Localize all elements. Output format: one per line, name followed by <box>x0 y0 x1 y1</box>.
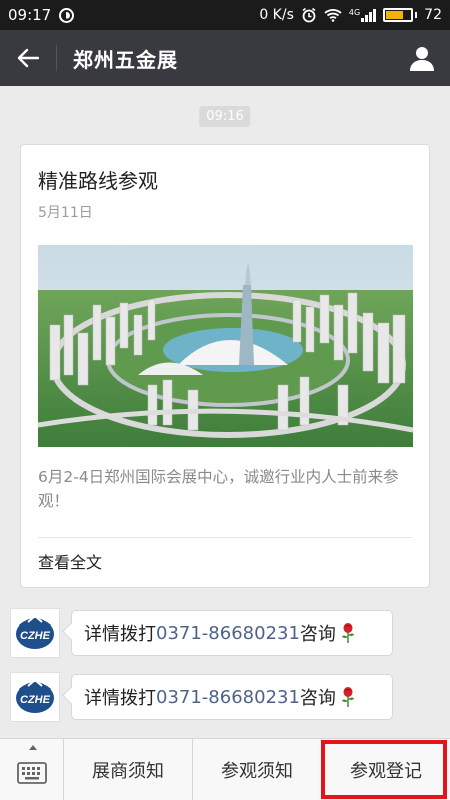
chat-title: 郑州五金展 <box>73 47 178 72</box>
profile-button[interactable] <box>394 30 450 86</box>
article-description: 6月2-4日郑州国际会展中心，诚邀行业内人士前来参观！ <box>38 468 399 510</box>
status-time: 09:17 <box>8 6 52 24</box>
notification-icon <box>59 7 75 23</box>
status-bar: 09:17 0 K/s 4G 72 <box>0 0 450 30</box>
message-text-suffix: 咨询 <box>299 688 336 709</box>
nav-divider <box>56 45 57 71</box>
menu-visitor-registration[interactable]: 参观登记 <box>322 739 450 800</box>
back-arrow-icon <box>17 48 39 68</box>
sender-avatar[interactable]: CZHE <box>10 608 60 658</box>
article-title: 精准路线参观 <box>38 169 158 193</box>
nav-bar: 郑州五金展 <box>0 30 450 86</box>
svg-text:CZHE: CZHE <box>20 694 51 706</box>
article-card[interactable]: 精准路线参观 5月11日 6月2-4日郑州国际会展中心，诚邀行业内人士前来参观！… <box>20 144 430 588</box>
rose-icon <box>340 622 356 644</box>
phone-number-link[interactable]: 0371-86680231 <box>156 623 300 644</box>
message-text-prefix: 详情拨打 <box>84 688 156 709</box>
article-cover-image <box>38 245 413 447</box>
article-date: 5月11日 <box>38 205 93 221</box>
caret-up-icon <box>29 745 37 750</box>
person-icon <box>410 47 434 71</box>
czhe-logo: CZHE <box>16 678 54 713</box>
czhe-logo: CZHE <box>16 614 54 649</box>
keyboard-icon <box>16 761 47 784</box>
cellular-icon: 4G <box>348 8 377 22</box>
back-button[interactable] <box>0 30 56 86</box>
keyboard-toggle-button[interactable] <box>0 739 64 800</box>
menu-exhibitor-notice[interactable]: 展商须知 <box>64 739 193 800</box>
rose-icon <box>340 686 356 708</box>
message-text-prefix: 详情拨打 <box>84 624 156 645</box>
svg-text:CZHE: CZHE <box>20 630 51 642</box>
wifi-icon <box>324 9 342 22</box>
network-speed: 0 K/s <box>259 7 294 23</box>
message-timestamp: 09:16 <box>199 106 251 127</box>
phone-number-link[interactable]: 0371-86680231 <box>156 687 300 708</box>
menu-visitor-notice[interactable]: 参观须知 <box>193 739 322 800</box>
card-divider <box>38 537 412 538</box>
sender-avatar[interactable]: CZHE <box>10 672 60 722</box>
battery-level: 72 <box>424 7 442 23</box>
network-type-label: 4G <box>348 8 361 17</box>
read-more-link[interactable]: 查看全文 <box>38 549 102 573</box>
message-bubble[interactable]: 详情拨打 0371-86680231 咨询 <box>71 674 393 720</box>
chat-message: CZHE 详情拨打 0371-86680231 咨询 <box>8 672 438 728</box>
chat-message: CZHE 详情拨打 0371-86680231 咨询 <box>8 608 438 664</box>
message-text-suffix: 咨询 <box>299 624 336 645</box>
message-bubble[interactable]: 详情拨打 0371-86680231 咨询 <box>71 610 393 656</box>
bottom-menu-bar: 展商须知 参观须知 参观登记 <box>0 738 450 800</box>
alarm-icon <box>302 7 316 23</box>
battery-icon <box>383 8 418 22</box>
